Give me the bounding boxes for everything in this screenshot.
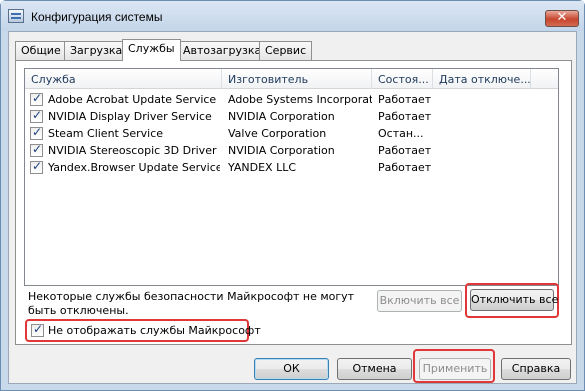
service-manufacturer: NVIDIA Corporation bbox=[228, 110, 335, 123]
service-manufacturer: YANDEX LLC bbox=[228, 161, 297, 174]
tab-tools[interactable]: Сервис bbox=[259, 41, 313, 60]
service-row[interactable]: NVIDIA Display Driver Service NVIDIA Cor… bbox=[25, 108, 558, 125]
tab-startup[interactable]: Автозагрузка bbox=[177, 41, 268, 60]
service-status: Работает bbox=[378, 144, 432, 157]
enable-all-button[interactable]: Включить все bbox=[377, 290, 462, 312]
dialog-client-area: Общие Загрузка Службы Автозагрузка Серви… bbox=[8, 31, 577, 384]
apply-button[interactable]: Применить bbox=[419, 358, 491, 380]
service-status: Работает bbox=[378, 110, 432, 123]
title-bar[interactable]: Конфигурация системы ✕ bbox=[1, 1, 584, 31]
close-button[interactable]: ✕ bbox=[545, 10, 579, 27]
service-row[interactable]: NVIDIA Stereoscopic 3D Driver S... NVIDI… bbox=[25, 142, 558, 159]
service-status: Работает bbox=[378, 93, 432, 106]
service-checkbox[interactable] bbox=[30, 91, 43, 106]
service-name: Adobe Acrobat Update Service bbox=[48, 93, 217, 106]
tab-general[interactable]: Общие bbox=[15, 41, 67, 60]
hide-microsoft-services-label[interactable]: Не отображать службы Майкрософт bbox=[48, 324, 261, 337]
service-manufacturer: NVIDIA Corporation bbox=[228, 144, 335, 157]
microsoft-services-note: Некоторые службы безопасности Майкрософт… bbox=[28, 290, 355, 317]
service-checkbox[interactable] bbox=[30, 125, 43, 140]
help-button[interactable]: Справка bbox=[501, 358, 571, 380]
service-name: NVIDIA Stereoscopic 3D Driver S... bbox=[48, 144, 220, 157]
tab-services[interactable]: Службы bbox=[122, 39, 181, 61]
column-header-status[interactable]: Состоя... bbox=[372, 69, 433, 89]
column-header-service[interactable]: Служба bbox=[25, 69, 222, 89]
ok-button[interactable]: ОК bbox=[254, 358, 329, 380]
msconfig-window: Конфигурация системы ✕ Общие Загрузка Сл… bbox=[0, 0, 585, 391]
hide-microsoft-services-checkbox[interactable] bbox=[31, 322, 44, 337]
tab-boot[interactable]: Загрузка bbox=[64, 41, 129, 60]
service-manufacturer: Adobe Systems Incorporated bbox=[228, 93, 372, 106]
services-list-header: Служба Изготовитель Состоя... Дата отклю… bbox=[25, 69, 558, 89]
cancel-button[interactable]: Отмена bbox=[337, 358, 412, 380]
service-status: Остан... bbox=[378, 127, 424, 140]
column-header-date-disabled[interactable]: Дата отключе... bbox=[433, 69, 531, 89]
close-icon: ✕ bbox=[556, 10, 568, 25]
services-list[interactable]: Служба Изготовитель Состоя... Дата отклю… bbox=[24, 68, 559, 286]
service-manufacturer: Valve Corporation bbox=[228, 127, 327, 140]
service-row[interactable]: Adobe Acrobat Update Service Adobe Syste… bbox=[25, 91, 558, 108]
service-name: Yandex.Browser Update Service bbox=[48, 161, 220, 174]
msconfig-app-icon bbox=[8, 9, 24, 23]
disable-all-button[interactable]: Отключить все bbox=[470, 289, 558, 311]
service-row[interactable]: Steam Client Service Valve Corporation О… bbox=[25, 125, 558, 142]
window-title: Конфигурация системы bbox=[31, 10, 163, 24]
column-header-manufacturer[interactable]: Изготовитель bbox=[222, 69, 372, 89]
service-name: Steam Client Service bbox=[48, 127, 164, 140]
service-checkbox[interactable] bbox=[30, 108, 43, 123]
service-checkbox[interactable] bbox=[30, 159, 43, 174]
service-row[interactable]: Yandex.Browser Update Service YANDEX LLC… bbox=[25, 159, 558, 176]
service-checkbox[interactable] bbox=[30, 142, 43, 157]
service-name: NVIDIA Display Driver Service bbox=[48, 110, 212, 123]
service-status: Работает bbox=[378, 161, 432, 174]
